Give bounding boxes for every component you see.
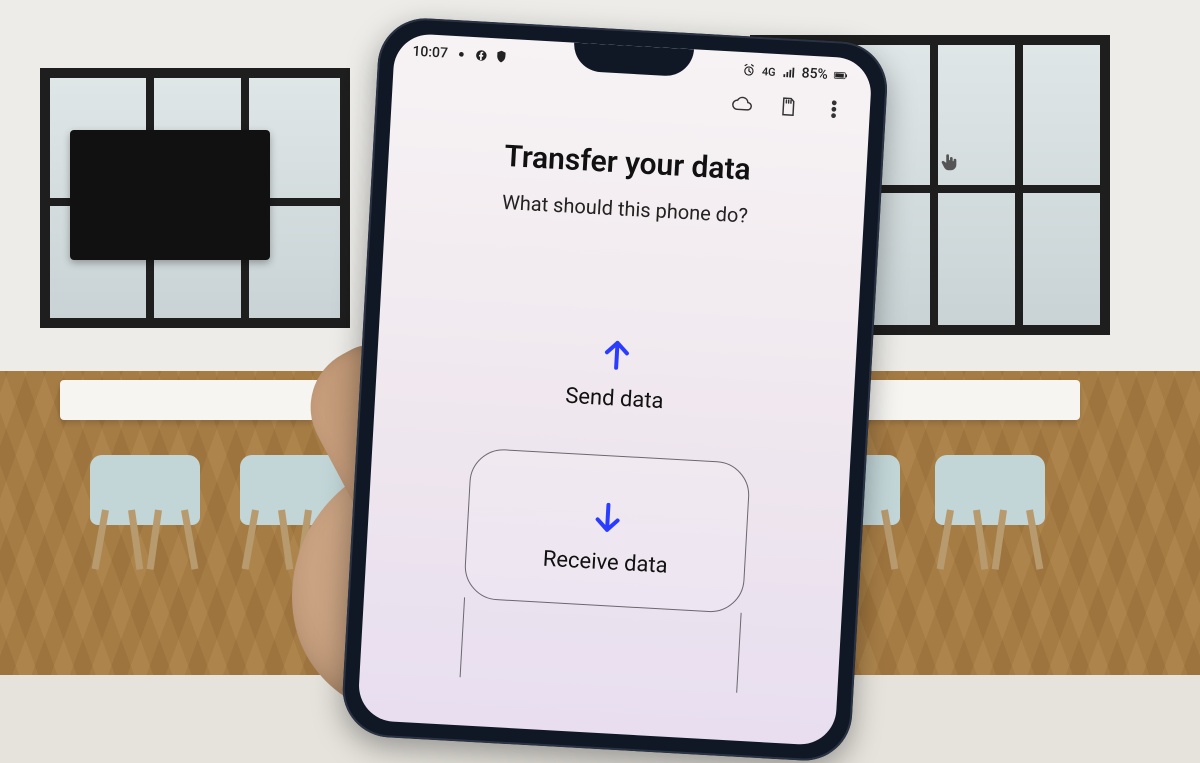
phone: 10:07 4G 85%	[340, 16, 889, 763]
notification-dot-icon	[454, 47, 469, 62]
overflow-menu-button[interactable]	[821, 99, 846, 124]
page-subtitle: What should this phone do?	[386, 183, 865, 234]
alarm-icon	[742, 63, 757, 78]
storage-button[interactable]	[775, 96, 800, 121]
signal-icon	[781, 65, 796, 80]
send-data-label: Send data	[565, 384, 665, 414]
cloud-icon	[730, 92, 753, 119]
receive-data-label: Receive data	[542, 547, 668, 579]
cloud-button[interactable]	[729, 93, 754, 118]
transfer-options: Send data Receive data	[364, 297, 858, 619]
arrow-up-icon	[596, 331, 638, 377]
network-type: 4G	[762, 65, 776, 79]
chair	[90, 400, 200, 570]
more-vertical-icon	[822, 98, 845, 125]
receive-data-option[interactable]: Receive data	[463, 448, 751, 614]
page-title: Transfer your data	[388, 132, 867, 194]
battery-icon	[833, 68, 854, 83]
shield-icon	[493, 49, 508, 64]
wall-tv	[70, 130, 270, 260]
battery-percent: 85%	[801, 65, 828, 82]
pointer-hand-icon	[938, 150, 960, 174]
sd-card-icon	[776, 95, 799, 122]
chair	[935, 400, 1045, 570]
phone-screen: 10:07 4G 85%	[357, 33, 873, 747]
send-data-option[interactable]: Send data	[483, 303, 749, 436]
facebook-icon	[473, 48, 488, 63]
arrow-down-icon	[587, 495, 629, 541]
status-time: 10:07	[412, 44, 448, 62]
